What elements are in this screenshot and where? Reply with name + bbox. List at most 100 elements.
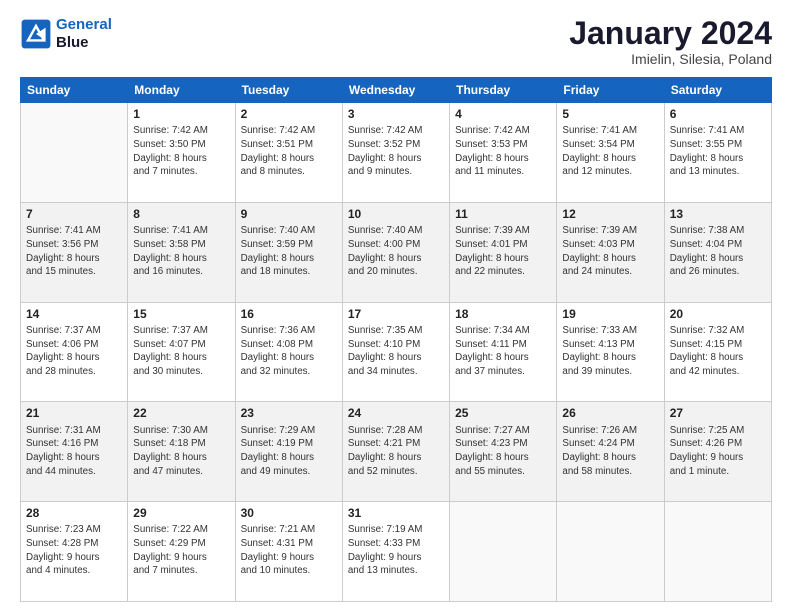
day-number: 31	[348, 505, 444, 521]
calendar-cell: 30 Sunrise: 7:21 AM Sunset: 4:31 PM Dayli…	[235, 502, 342, 602]
day-info: Sunrise: 7:39 AM Sunset: 4:01 PM Dayligh…	[455, 224, 551, 279]
day-info: Sunrise: 7:23 AM Sunset: 4:28 PM Dayligh…	[26, 523, 122, 578]
day-number: 6	[670, 106, 766, 122]
weekday-header: Sunday	[21, 78, 128, 103]
calendar-week-row: 28Sunrise: 7:23 AM Sunset: 4:28 PM Dayli…	[21, 502, 772, 602]
calendar-cell: 27 Sunrise: 7:25 AM Sunset: 4:26 PM Dayli…	[664, 402, 771, 502]
day-number: 3	[348, 106, 444, 122]
calendar-week-row: 7Sunrise: 7:41 AM Sunset: 3:56 PM Daylig…	[21, 202, 772, 302]
day-number: 9	[241, 206, 337, 222]
day-info: Sunrise: 7:34 AM Sunset: 4:11 PM Dayligh…	[455, 324, 551, 379]
calendar-cell: 1 Sunrise: 7:42 AM Sunset: 3:50 PM Daylig…	[128, 103, 235, 203]
title-block: January 2024 Imielin, Silesia, Poland	[569, 16, 772, 67]
calendar-cell: 12Sunrise: 7:39 AM Sunset: 4:03 PM Dayli…	[557, 202, 664, 302]
day-info: Sunrise: 7:33 AM Sunset: 4:13 PM Dayligh…	[562, 324, 658, 379]
day-number: 8	[133, 206, 229, 222]
logo: General Blue	[20, 16, 112, 52]
logo-line1: General	[56, 16, 112, 33]
calendar-cell: 15Sunrise: 7:37 AM Sunset: 4:07 PM Dayli…	[128, 302, 235, 402]
day-info: Sunrise: 7:41 AM Sunset: 3:58 PM Dayligh…	[133, 224, 229, 279]
calendar-cell: 13 Sunrise: 7:38 AM Sunset: 4:04 PM Dayli…	[664, 202, 771, 302]
day-number: 13	[670, 206, 766, 222]
day-info: Sunrise: 7:31 AM Sunset: 4:16 PM Dayligh…	[26, 424, 122, 479]
day-number: 25	[455, 405, 551, 421]
day-info: Sunrise: 7:30 AM Sunset: 4:18 PM Dayligh…	[133, 424, 229, 479]
calendar-cell: 22 Sunrise: 7:30 AM Sunset: 4:18 PM Dayli…	[128, 402, 235, 502]
calendar-cell: 28Sunrise: 7:23 AM Sunset: 4:28 PM Dayli…	[21, 502, 128, 602]
day-info: Sunrise: 7:35 AM Sunset: 4:10 PM Dayligh…	[348, 324, 444, 379]
calendar-cell: 9Sunrise: 7:40 AM Sunset: 3:59 PM Daylig…	[235, 202, 342, 302]
day-number: 16	[241, 306, 337, 322]
calendar-cell: 19 Sunrise: 7:33 AM Sunset: 4:13 PM Dayli…	[557, 302, 664, 402]
calendar-table: SundayMondayTuesdayWednesdayThursdayFrid…	[20, 77, 772, 602]
day-info: Sunrise: 7:28 AM Sunset: 4:21 PM Dayligh…	[348, 424, 444, 479]
day-info: Sunrise: 7:37 AM Sunset: 4:06 PM Dayligh…	[26, 324, 122, 379]
calendar-cell	[21, 103, 128, 203]
calendar-cell: 16 Sunrise: 7:36 AM Sunset: 4:08 PM Dayli…	[235, 302, 342, 402]
calendar-cell: 26 Sunrise: 7:26 AM Sunset: 4:24 PM Dayli…	[557, 402, 664, 502]
calendar-cell: 4Sunrise: 7:42 AM Sunset: 3:53 PM Daylig…	[450, 103, 557, 203]
day-number: 27	[670, 405, 766, 421]
calendar-week-row: 14Sunrise: 7:37 AM Sunset: 4:06 PM Dayli…	[21, 302, 772, 402]
day-info: Sunrise: 7:40 AM Sunset: 4:00 PM Dayligh…	[348, 224, 444, 279]
calendar-cell: 6 Sunrise: 7:41 AM Sunset: 3:55 PM Daylig…	[664, 103, 771, 203]
calendar-cell: 17 Sunrise: 7:35 AM Sunset: 4:10 PM Dayli…	[342, 302, 449, 402]
calendar-cell: 5Sunrise: 7:41 AM Sunset: 3:54 PM Daylig…	[557, 103, 664, 203]
calendar-cell	[664, 502, 771, 602]
day-info: Sunrise: 7:41 AM Sunset: 3:56 PM Dayligh…	[26, 224, 122, 279]
day-info: Sunrise: 7:38 AM Sunset: 4:04 PM Dayligh…	[670, 224, 766, 279]
subtitle: Imielin, Silesia, Poland	[569, 51, 772, 67]
day-info: Sunrise: 7:37 AM Sunset: 4:07 PM Dayligh…	[133, 324, 229, 379]
day-info: Sunrise: 7:25 AM Sunset: 4:26 PM Dayligh…	[670, 424, 766, 479]
weekday-header: Thursday	[450, 78, 557, 103]
day-info: Sunrise: 7:42 AM Sunset: 3:53 PM Dayligh…	[455, 124, 551, 179]
header: General Blue January 2024 Imielin, Siles…	[20, 16, 772, 67]
day-number: 26	[562, 405, 658, 421]
calendar-cell: 2 Sunrise: 7:42 AM Sunset: 3:51 PM Daylig…	[235, 103, 342, 203]
day-number: 22	[133, 405, 229, 421]
day-number: 19	[562, 306, 658, 322]
calendar-week-row: 1 Sunrise: 7:42 AM Sunset: 3:50 PM Daylig…	[21, 103, 772, 203]
calendar-cell: 8 Sunrise: 7:41 AM Sunset: 3:58 PM Daylig…	[128, 202, 235, 302]
day-number: 12	[562, 206, 658, 222]
calendar-cell: 31 Sunrise: 7:19 AM Sunset: 4:33 PM Dayli…	[342, 502, 449, 602]
calendar-cell: 18Sunrise: 7:34 AM Sunset: 4:11 PM Dayli…	[450, 302, 557, 402]
weekday-header: Saturday	[664, 78, 771, 103]
day-info: Sunrise: 7:19 AM Sunset: 4:33 PM Dayligh…	[348, 523, 444, 578]
day-number: 21	[26, 405, 122, 421]
page: General Blue January 2024 Imielin, Siles…	[0, 0, 792, 612]
calendar-cell: 24 Sunrise: 7:28 AM Sunset: 4:21 PM Dayli…	[342, 402, 449, 502]
day-info: Sunrise: 7:21 AM Sunset: 4:31 PM Dayligh…	[241, 523, 337, 578]
weekday-header: Friday	[557, 78, 664, 103]
calendar-week-row: 21 Sunrise: 7:31 AM Sunset: 4:16 PM Dayli…	[21, 402, 772, 502]
day-number: 23	[241, 405, 337, 421]
logo-line2: Blue	[56, 34, 112, 52]
day-number: 5	[562, 106, 658, 122]
day-info: Sunrise: 7:29 AM Sunset: 4:19 PM Dayligh…	[241, 424, 337, 479]
day-number: 24	[348, 405, 444, 421]
day-info: Sunrise: 7:42 AM Sunset: 3:51 PM Dayligh…	[241, 124, 337, 179]
day-info: Sunrise: 7:26 AM Sunset: 4:24 PM Dayligh…	[562, 424, 658, 479]
day-number: 10	[348, 206, 444, 222]
day-number: 11	[455, 206, 551, 222]
logo-icon	[20, 18, 52, 50]
day-info: Sunrise: 7:42 AM Sunset: 3:52 PM Dayligh…	[348, 124, 444, 179]
calendar-cell: 21 Sunrise: 7:31 AM Sunset: 4:16 PM Dayli…	[21, 402, 128, 502]
calendar-cell: 7Sunrise: 7:41 AM Sunset: 3:56 PM Daylig…	[21, 202, 128, 302]
day-info: Sunrise: 7:27 AM Sunset: 4:23 PM Dayligh…	[455, 424, 551, 479]
main-title: January 2024	[569, 16, 772, 51]
day-number: 17	[348, 306, 444, 322]
calendar-cell: 11 Sunrise: 7:39 AM Sunset: 4:01 PM Dayli…	[450, 202, 557, 302]
day-info: Sunrise: 7:42 AM Sunset: 3:50 PM Dayligh…	[133, 124, 229, 179]
day-number: 2	[241, 106, 337, 122]
calendar-cell: 25 Sunrise: 7:27 AM Sunset: 4:23 PM Dayli…	[450, 402, 557, 502]
calendar-cell	[450, 502, 557, 602]
day-info: Sunrise: 7:36 AM Sunset: 4:08 PM Dayligh…	[241, 324, 337, 379]
logo-text: General Blue	[56, 16, 112, 52]
day-number: 1	[133, 106, 229, 122]
day-number: 30	[241, 505, 337, 521]
day-info: Sunrise: 7:41 AM Sunset: 3:55 PM Dayligh…	[670, 124, 766, 179]
calendar-cell: 14Sunrise: 7:37 AM Sunset: 4:06 PM Dayli…	[21, 302, 128, 402]
weekday-header: Tuesday	[235, 78, 342, 103]
calendar-cell: 10 Sunrise: 7:40 AM Sunset: 4:00 PM Dayli…	[342, 202, 449, 302]
